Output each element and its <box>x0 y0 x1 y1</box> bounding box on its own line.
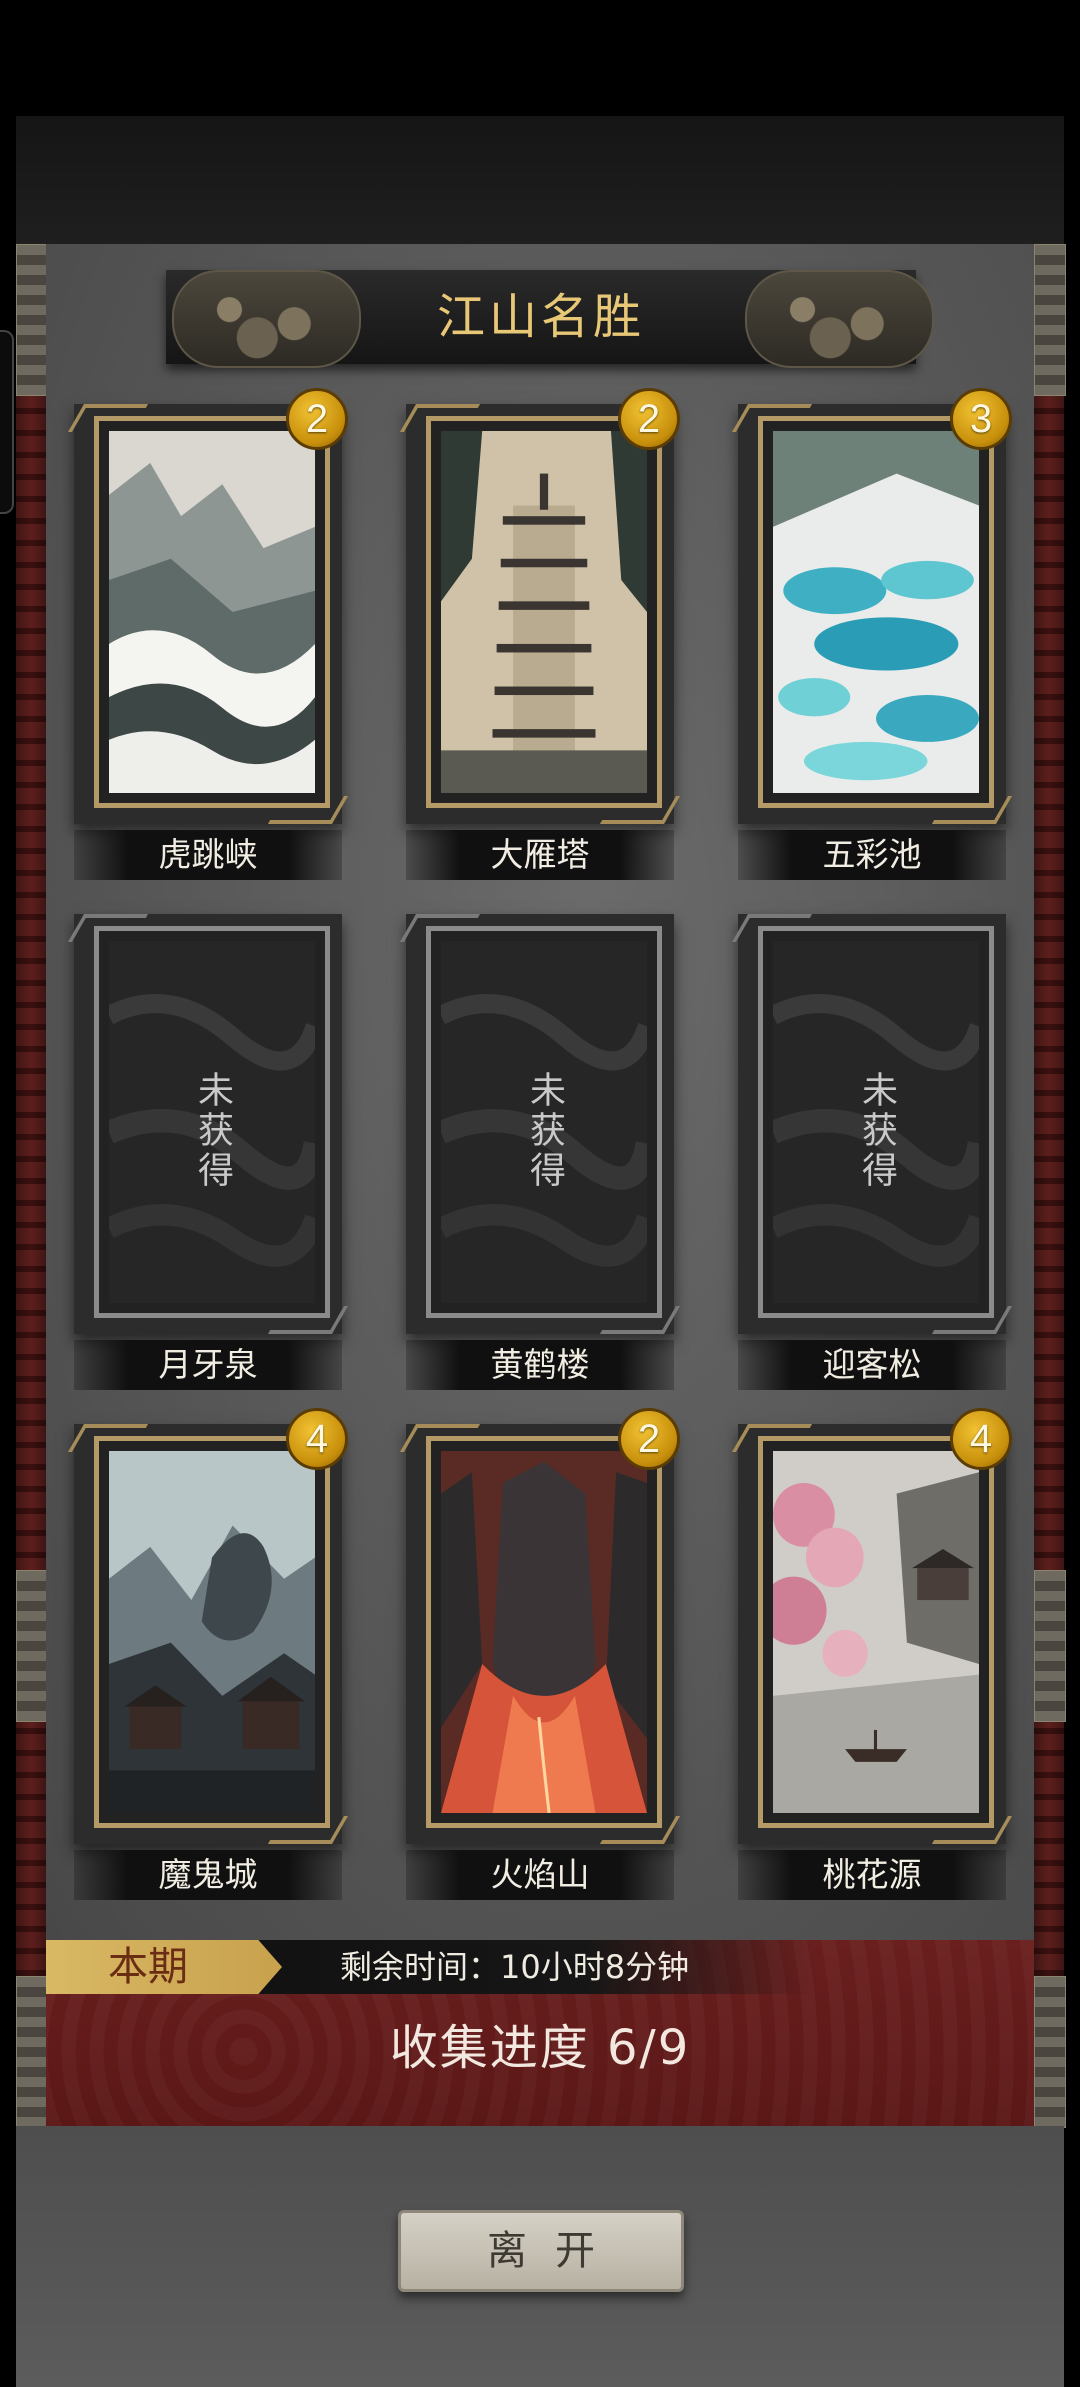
leave-button[interactable]: 离开 <box>398 2210 684 2292</box>
scenic-card[interactable]: 未获得迎客松 <box>731 914 1013 1392</box>
not-obtained-text: 未获得 <box>856 1071 897 1191</box>
card-frame <box>426 1436 662 1828</box>
card-count-badge: 4 <box>286 1408 348 1470</box>
scenic-card[interactable]: 2 火焰山 <box>399 1408 681 1902</box>
ornament-top-left <box>16 244 48 396</box>
card-name: 五彩池 <box>738 830 1006 880</box>
top-band <box>16 116 1064 246</box>
locked-card-art: 未获得 <box>441 941 647 1303</box>
card-name: 月牙泉 <box>74 1340 342 1390</box>
card-count-badge: 3 <box>950 388 1012 450</box>
right-ornate-border <box>1034 244 1064 2130</box>
scenic-card[interactable]: 3 五彩池 <box>731 388 1013 882</box>
not-obtained-text: 未获得 <box>524 1071 565 1191</box>
card-frame: 未获得 <box>94 926 330 1318</box>
scenic-card[interactable]: 4 魔鬼城 <box>67 1408 349 1902</box>
not-obtained-text: 未获得 <box>192 1071 233 1191</box>
card-artwork <box>441 431 647 793</box>
card-frame <box>758 416 994 808</box>
card-artwork <box>109 1451 315 1813</box>
card-name: 大雁塔 <box>406 830 674 880</box>
card-artwork <box>773 431 979 793</box>
card-artwork <box>773 1451 979 1813</box>
ornament-bottom-right <box>1034 1976 1066 2128</box>
scenic-card[interactable]: 未获得黄鹤楼 <box>399 914 681 1392</box>
card-count-badge: 2 <box>618 388 680 450</box>
card-count-badge: 2 <box>286 388 348 450</box>
ornament-mid-left <box>16 1570 48 1722</box>
ornament-bottom-left <box>16 1976 48 2128</box>
card-artwork <box>441 1451 647 1813</box>
card-frame <box>426 416 662 808</box>
card-frame: 未获得 <box>758 926 994 1318</box>
remaining-time: 剩余时间：10小时8分钟 <box>340 1948 690 1986</box>
locked-card-art: 未获得 <box>109 941 315 1303</box>
season-tag: 本期 <box>46 1940 282 1994</box>
not-obtained-label: 未获得 <box>773 1051 979 1211</box>
card-artwork <box>109 431 315 793</box>
card-frame: 未获得 <box>426 926 662 1318</box>
side-tab <box>0 330 14 514</box>
card-name: 魔鬼城 <box>74 1850 342 1900</box>
card-frame <box>94 416 330 808</box>
scenic-card[interactable]: 2 大雁塔 <box>399 388 681 882</box>
card-count-badge: 2 <box>618 1408 680 1470</box>
screen: 江山名胜 2 虎跳峡 2 大雁塔 3 五彩池 未获得 月牙泉 未获得 黄鹤楼 未获得 迎客松 4 魔鬼城 2… <box>0 0 1080 2387</box>
card-name: 桃花源 <box>738 1850 1006 1900</box>
card-name: 火焰山 <box>406 1850 674 1900</box>
scenic-card[interactable]: 4 桃花源 <box>731 1408 1013 1902</box>
card-name: 迎客松 <box>738 1340 1006 1390</box>
left-ornate-border <box>16 244 46 2130</box>
card-frame <box>94 1436 330 1828</box>
locked-card-art: 未获得 <box>773 941 979 1303</box>
scenic-card[interactable]: 2 虎跳峡 <box>67 388 349 882</box>
not-obtained-label: 未获得 <box>441 1051 647 1211</box>
card-frame <box>758 1436 994 1828</box>
collection-progress: 收集进度 6/9 <box>389 2020 691 2076</box>
card-count-badge: 4 <box>950 1408 1012 1470</box>
card-name: 黄鹤楼 <box>406 1340 674 1390</box>
page-title: 江山名胜 <box>436 289 645 345</box>
not-obtained-label: 未获得 <box>109 1051 315 1211</box>
scenic-card[interactable]: 未获得月牙泉 <box>67 914 349 1392</box>
card-name: 虎跳峡 <box>74 830 342 880</box>
ornament-top-right <box>1034 244 1066 396</box>
ornament-mid-right <box>1034 1570 1066 1722</box>
